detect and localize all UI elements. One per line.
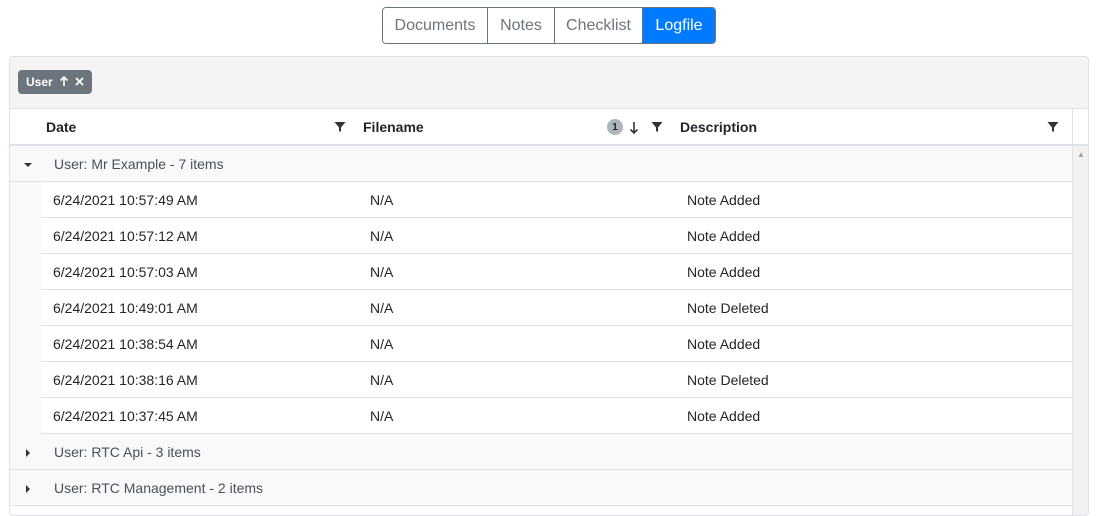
close-icon[interactable] xyxy=(75,76,84,88)
vertical-scrollbar[interactable]: ▲ xyxy=(1072,146,1088,515)
group-chip-label: User xyxy=(26,75,53,89)
filter-icon[interactable] xyxy=(650,120,664,134)
table-row[interactable]: 6/24/2021 10:57:03 AM N/A Note Added xyxy=(41,254,1072,290)
cell-filename: N/A xyxy=(370,407,394,424)
view-tabs: Documents Notes Checklist Logfile xyxy=(382,7,716,44)
cell-description: Note Added xyxy=(687,407,761,424)
arrow-up-icon[interactable] xyxy=(59,75,69,89)
cell-filename: N/A xyxy=(370,335,394,352)
table-row[interactable]: 6/24/2021 10:57:49 AM N/A Note Added xyxy=(41,182,1072,218)
cell-filename: N/A xyxy=(370,263,394,280)
cell-date: 6/24/2021 10:37:45 AM xyxy=(53,407,198,424)
cell-filename: N/A xyxy=(370,191,394,208)
cell-description: Note Deleted xyxy=(687,371,769,388)
column-header-filename[interactable]: Filename xyxy=(363,109,424,144)
table-row[interactable]: 6/24/2021 10:49:01 AM N/A Note Deleted xyxy=(41,290,1072,326)
group-chip-user[interactable]: User xyxy=(18,70,92,94)
cell-description: Note Added xyxy=(687,335,761,352)
cell-filename: N/A xyxy=(370,299,394,316)
sort-order-badge: 1 xyxy=(607,119,623,135)
group-row[interactable]: User: Mr Example - 7 items xyxy=(10,146,1072,182)
group-label: User: Mr Example - 7 items xyxy=(54,155,224,172)
caret-right-icon[interactable] xyxy=(22,446,34,458)
table-row[interactable]: 6/24/2021 10:37:45 AM N/A Note Added xyxy=(41,398,1072,434)
filter-icon[interactable] xyxy=(333,120,347,134)
cell-description: Note Deleted xyxy=(687,299,769,316)
cell-date: 6/24/2021 10:49:01 AM xyxy=(53,299,198,316)
table-row[interactable]: 6/24/2021 10:57:12 AM N/A Note Added xyxy=(41,218,1072,254)
grid-header: Date Filename 1 Description xyxy=(10,109,1072,146)
group-panel: User xyxy=(10,57,1088,109)
group-indent xyxy=(10,182,41,434)
cell-description: Note Added xyxy=(687,263,761,280)
cell-description: Note Added xyxy=(687,191,761,208)
tab-checklist[interactable]: Checklist xyxy=(555,8,643,43)
grid-body: User: Mr Example - 7 items 6/24/2021 10:… xyxy=(10,146,1072,506)
cell-filename: N/A xyxy=(370,371,394,388)
tab-documents[interactable]: Documents xyxy=(383,8,488,43)
group-label: User: RTC Api - 3 items xyxy=(54,443,201,460)
group-row[interactable]: User: RTC Api - 3 items xyxy=(10,434,1072,470)
header-scroll-gap xyxy=(1072,109,1088,146)
group-row[interactable]: User: RTC Management - 2 items xyxy=(10,470,1072,506)
caret-down-icon[interactable] xyxy=(22,158,34,170)
caret-right-icon[interactable] xyxy=(22,482,34,494)
logfile-grid: User Date Filename 1 Description User: M… xyxy=(9,56,1089,516)
cell-date: 6/24/2021 10:38:54 AM xyxy=(53,335,198,352)
tab-logfile[interactable]: Logfile xyxy=(643,8,715,43)
cell-description: Note Added xyxy=(687,227,761,244)
cell-date: 6/24/2021 10:57:49 AM xyxy=(53,191,198,208)
cell-date: 6/24/2021 10:57:12 AM xyxy=(53,227,198,244)
tab-notes[interactable]: Notes xyxy=(488,8,555,43)
column-header-date[interactable]: Date xyxy=(46,109,76,144)
column-header-description[interactable]: Description xyxy=(680,109,757,144)
cell-filename: N/A xyxy=(370,227,394,244)
group-label: User: RTC Management - 2 items xyxy=(54,479,264,496)
cell-date: 6/24/2021 10:57:03 AM xyxy=(53,263,198,280)
cell-date: 6/24/2021 10:38:16 AM xyxy=(53,371,198,388)
arrow-down-icon[interactable] xyxy=(627,120,641,134)
table-row[interactable]: 6/24/2021 10:38:16 AM N/A Note Deleted xyxy=(41,362,1072,398)
filter-icon[interactable] xyxy=(1046,120,1060,134)
table-row[interactable]: 6/24/2021 10:38:54 AM N/A Note Added xyxy=(41,326,1072,362)
scroll-up-icon[interactable]: ▲ xyxy=(1077,150,1085,159)
